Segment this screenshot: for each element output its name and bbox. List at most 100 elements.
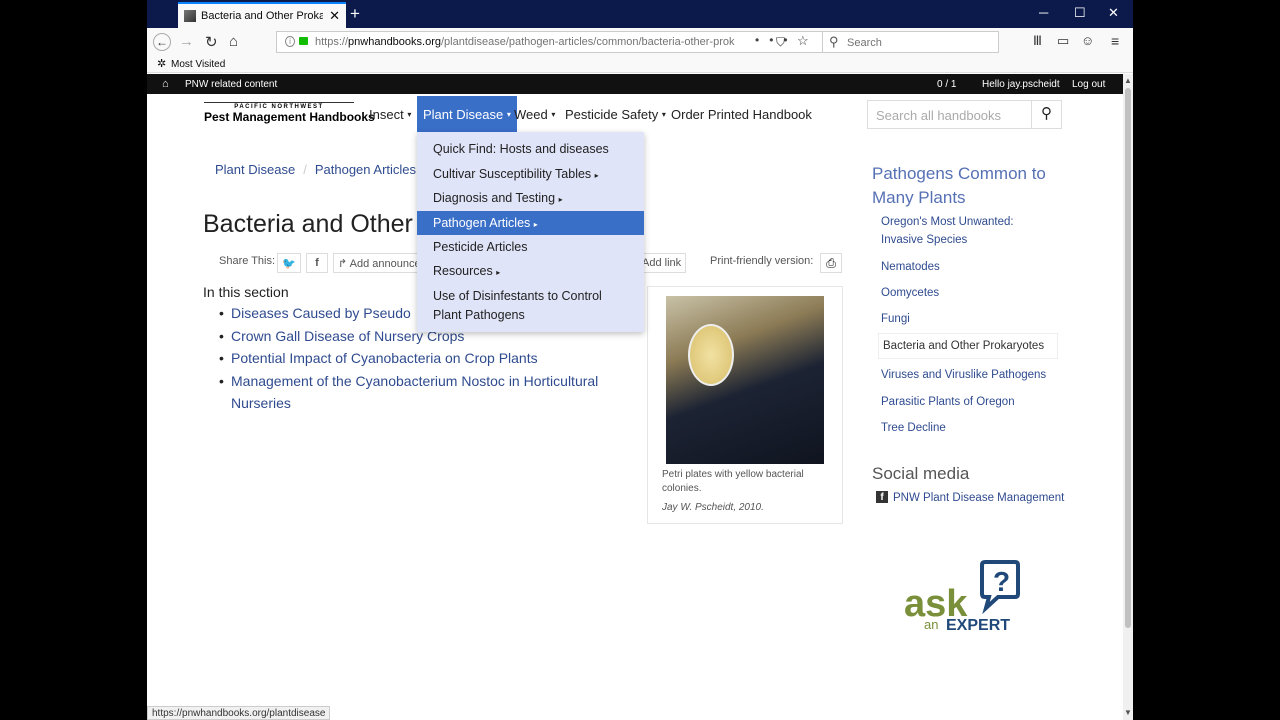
minimize-icon[interactable]: ─ — [1039, 5, 1048, 20]
forward-icon[interactable]: → — [179, 33, 194, 50]
list-item[interactable]: Potential Impact of Cyanobacteria on Cro… — [219, 347, 631, 370]
browser-window: Bacteria and Other Prokaryote ✕ + ─ ☐ ✕ … — [147, 0, 1133, 720]
new-tab-icon[interactable]: + — [350, 4, 360, 24]
add-announcement-button[interactable]: ↱ Add announce — [333, 253, 419, 273]
nav-label: Weed — [514, 106, 548, 122]
cart-count[interactable]: 0 / 1 — [937, 79, 956, 90]
info-icon[interactable]: i — [285, 36, 295, 47]
add-link-label: Add link — [642, 257, 682, 269]
site-logo[interactable]: PACIFIC NORTHWEST Pest Management Handbo… — [204, 102, 375, 124]
scroll-up-icon[interactable]: ▲ — [1124, 76, 1132, 85]
url-path: /plantdisease/pathogen-articles/common/b… — [441, 36, 735, 48]
lock-icon — [299, 37, 308, 45]
scroll-down-icon[interactable]: ▼ — [1124, 708, 1132, 717]
ask-an-expert-logo[interactable]: ? ask an EXPERT — [872, 530, 1062, 668]
home-icon[interactable]: ⌂ — [229, 33, 238, 50]
menu-item-quick-find[interactable]: Quick Find: Hosts and diseases — [417, 140, 644, 159]
favicon-icon — [184, 10, 196, 22]
menu-item-disinfestants[interactable]: Use of Disinfestants to Control Plant Pat… — [417, 287, 644, 325]
print-label: Print-friendly version: — [710, 255, 814, 267]
browser-tab[interactable]: Bacteria and Other Prokaryote ✕ — [178, 2, 346, 28]
breadcrumb-plant-disease[interactable]: Plant Disease — [215, 162, 295, 177]
pocket-icon[interactable]: ⛉ — [776, 35, 785, 50]
site-search-placeholder: Search all handbooks — [876, 108, 1002, 123]
sidebar-icon[interactable]: ▭ — [1057, 33, 1069, 49]
sidebar-item-oomycetes[interactable]: Oomycetes — [881, 284, 1056, 302]
tab-title: Bacteria and Other Prokaryote — [201, 10, 324, 22]
browser-search-input[interactable]: ⚲ Search — [822, 31, 999, 53]
library-icon[interactable]: Ⅲ — [1033, 33, 1042, 49]
home-icon[interactable]: ⌂ — [162, 78, 169, 90]
nav-order-handbook[interactable]: Order Printed Handbook — [671, 96, 812, 132]
menu-label: Cultivar Susceptibility Tables — [433, 167, 592, 181]
user-greeting[interactable]: Hello jay.pscheidt — [982, 79, 1060, 90]
bookmark-most-visited[interactable]: Most Visited — [171, 59, 225, 70]
ask-an-expert-graphic: ? ask an EXPERT — [904, 560, 1020, 634]
menu-item-resources[interactable]: Resources ▸ — [417, 262, 644, 282]
related-content-link[interactable]: PNW related content — [185, 79, 277, 90]
nav-label: Order Printed Handbook — [671, 106, 812, 122]
caret-down-icon: ▾ — [407, 109, 412, 119]
breadcrumb-pathogen-articles[interactable]: Pathogen Articles — [315, 162, 416, 177]
caret-down-icon: ▾ — [506, 109, 511, 119]
figure-credit: Jay W. Pscheidt, 2010. — [662, 502, 764, 513]
caret-right-icon: ▸ — [558, 195, 563, 204]
social-media-heading: Social media — [872, 464, 970, 483]
menu-item-pesticide-articles[interactable]: Pesticide Articles — [417, 238, 644, 257]
add-link-button[interactable]: Add link — [640, 253, 687, 273]
page-scrollbar[interactable]: ▲ ▼ — [1123, 74, 1133, 720]
facebook-link[interactable]: PNW Plant Disease Management — [893, 492, 1064, 504]
nav-weed[interactable]: Weed ▾ — [514, 96, 555, 132]
menu-item-cultivar[interactable]: Cultivar Susceptibility Tables ▸ — [417, 165, 644, 185]
back-icon[interactable]: ← — [153, 33, 171, 51]
logo-small: PACIFIC NORTHWEST — [204, 102, 354, 110]
sidebar-item-nematodes[interactable]: Nematodes — [881, 258, 1056, 276]
expert-text: EXPERT — [946, 617, 1010, 634]
menu-item-pathogen-articles[interactable]: Pathogen Articles ▸ — [417, 211, 644, 235]
gear-icon: ✲ — [157, 58, 167, 70]
section-link[interactable]: Diseases Caused by Pseudo — [231, 305, 411, 321]
reload-icon[interactable]: ↻ — [205, 33, 218, 51]
account-icon[interactable]: ☺ — [1081, 33, 1094, 48]
caret-down-icon: ▾ — [661, 109, 666, 119]
menu-icon[interactable]: ≡ — [1111, 33, 1119, 49]
sidebar-item-bacteria[interactable]: Bacteria and Other Prokaryotes — [878, 333, 1058, 359]
nav-insect[interactable]: Insect ▾ — [369, 96, 411, 132]
nav-plant-disease[interactable]: Plant Disease ▾ — [417, 96, 517, 132]
print-icon[interactable]: ⎙ — [820, 253, 842, 273]
menu-label: Resources — [433, 264, 493, 278]
sidebar-item-parasitic-plants[interactable]: Parasitic Plants of Oregon — [881, 393, 1056, 411]
maximize-icon[interactable]: ☐ — [1074, 5, 1086, 21]
close-tab-icon[interactable]: ✕ — [329, 8, 340, 24]
scroll-thumb[interactable] — [1125, 88, 1131, 628]
menu-label: Quick Find: Hosts and diseases — [433, 142, 609, 156]
sidebar-title: Pathogens Common to Many Plants — [872, 164, 1046, 207]
caret-right-icon: ▸ — [594, 171, 599, 180]
sidebar-item-tree-decline[interactable]: Tree Decline — [881, 419, 1056, 437]
facebook-icon[interactable]: f — [306, 253, 328, 273]
site-top-strip: ⌂ PNW related content 0 / 1 Hello jay.ps… — [147, 74, 1123, 94]
site-search-input[interactable]: Search all handbooks ⚲ — [867, 100, 1062, 129]
petri-photo — [666, 296, 824, 464]
search-icon: ⚲ — [829, 34, 839, 49]
breadcrumb-separator: / — [303, 162, 307, 177]
menu-item-diagnosis[interactable]: Diagnosis and Testing ▸ — [417, 189, 644, 209]
section-link[interactable]: Potential Impact of Cyanobacteria on Cro… — [231, 350, 538, 366]
logout-link[interactable]: Log out — [1072, 79, 1105, 90]
close-window-icon[interactable]: ✕ — [1108, 5, 1119, 21]
section-link[interactable]: Management of the Cyanobacterium Nostoc … — [231, 373, 598, 412]
url-domain: pnwhandbooks.org — [348, 36, 441, 48]
twitter-icon[interactable]: 🐦 — [277, 253, 301, 273]
nav-pesticide-safety[interactable]: Pesticide Safety ▾ — [565, 96, 666, 132]
caret-right-icon: ▸ — [496, 268, 501, 277]
sidebar-item-invasive[interactable]: Oregon's Most Unwanted: Invasive Species — [881, 213, 1056, 249]
bookmark-star-icon[interactable]: ☆ — [797, 33, 809, 49]
tab-bar: Bacteria and Other Prokaryote ✕ + ─ ☐ ✕ — [147, 0, 1133, 28]
sidebar-item-viruses[interactable]: Viruses and Viruslike Pathogens — [881, 366, 1056, 384]
menu-label: Pesticide Articles — [433, 240, 528, 254]
nav-bar: ← → ↻ ⌂ i https://pnwhandbooks.org/plant… — [147, 28, 1133, 56]
sidebar-item-fungi[interactable]: Fungi — [881, 310, 1056, 328]
search-button[interactable]: ⚲ — [1031, 101, 1061, 128]
logo-title: Pest Management Handbooks — [204, 110, 375, 124]
list-item[interactable]: Management of the Cyanobacterium Nostoc … — [219, 370, 631, 415]
